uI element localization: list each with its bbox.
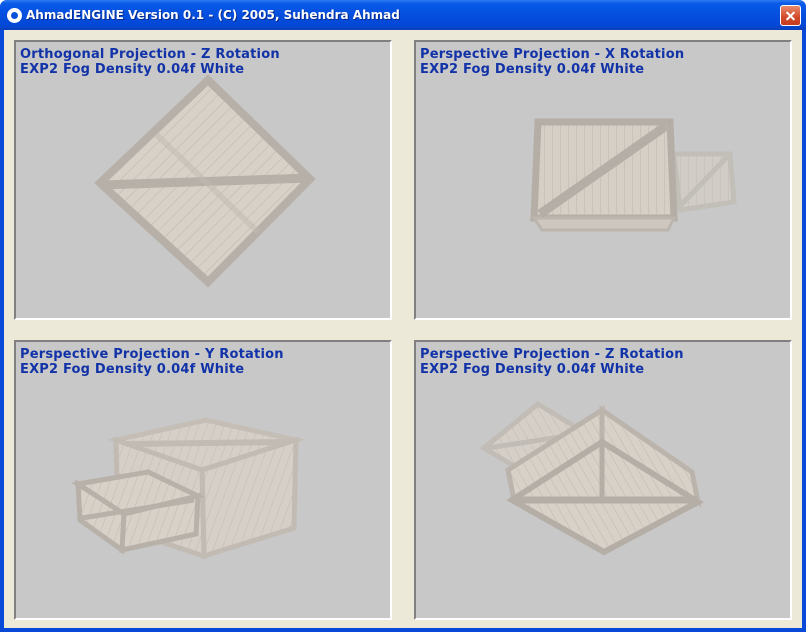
crate-model (94, 74, 316, 288)
viewport-subtitle: EXP2 Fog Density 0.04f White (420, 362, 645, 377)
viewport-persp-y: Perspective Projection - Y Rotation EXP2… (14, 340, 392, 620)
viewport-title: Perspective Projection - Y Rotation (20, 347, 284, 362)
viewport-persp-z: Perspective Projection - Z Rotation EXP2… (414, 340, 792, 620)
title-bar[interactable]: AhmadENGINE Version 0.1 - (C) 2005, Suhe… (0, 0, 806, 30)
window-title: AhmadENGINE Version 0.1 - (C) 2005, Suhe… (26, 8, 400, 22)
app-icon[interactable] (7, 8, 22, 23)
viewport-subtitle: EXP2 Fog Density 0.04f White (420, 62, 645, 77)
crate-scene-ortho-z (94, 74, 316, 288)
crate-scene-persp-y (71, 417, 306, 560)
close-button[interactable] (780, 5, 801, 26)
crate-model-small (671, 151, 737, 213)
viewport-title: Orthogonal Projection - Z Rotation (20, 47, 280, 62)
viewport-subtitle: EXP2 Fog Density 0.04f White (20, 62, 245, 77)
client-area: Orthogonal Projection - Z Rotation EXP2 … (4, 30, 802, 628)
crate-scene-persp-z (479, 400, 704, 556)
viewport-persp-x: Perspective Projection - X Rotation EXP2… (414, 40, 792, 320)
crate-scene-persp-x (530, 118, 737, 232)
viewport-title: Perspective Projection - Z Rotation (420, 347, 684, 362)
viewport-title: Perspective Projection - X Rotation (420, 47, 685, 62)
crate-model-large (530, 118, 678, 232)
app-window: AhmadENGINE Version 0.1 - (C) 2005, Suhe… (0, 0, 806, 632)
viewport-subtitle: EXP2 Fog Density 0.04f White (20, 362, 245, 377)
viewport-ortho-z: Orthogonal Projection - Z Rotation EXP2 … (14, 40, 392, 320)
